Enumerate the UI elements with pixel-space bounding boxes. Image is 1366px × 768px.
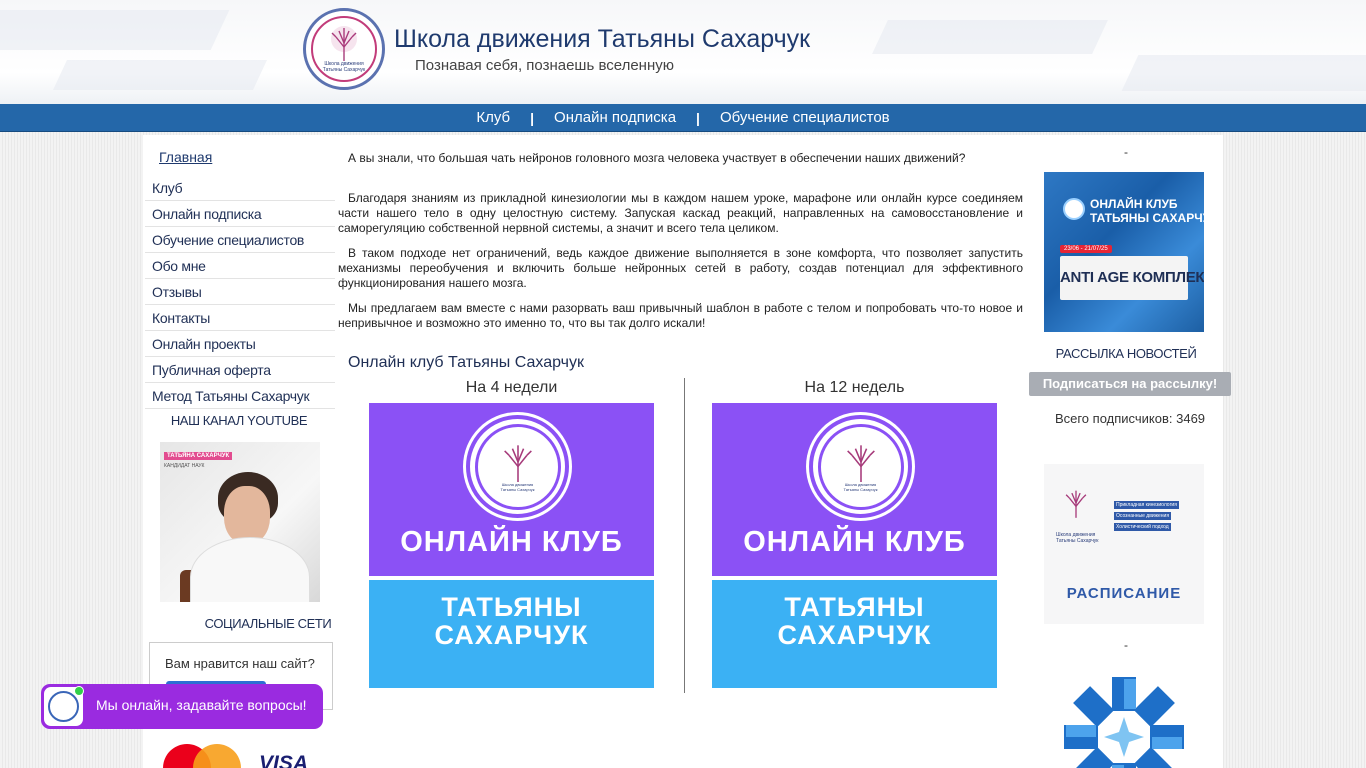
thumbnail-face [224, 486, 270, 544]
site-logo[interactable]: Школа движения Татьяны Сахарчук [303, 8, 385, 90]
site-slogan: Познавая себя, познаешь вселенную [415, 57, 674, 74]
youtube-video-thumbnail[interactable]: ТАТЬЯНА САХАРЧУК КАНДИДАТ НАУК [160, 442, 320, 602]
section-divider: - [1124, 638, 1128, 652]
plan-divider [684, 378, 685, 693]
sidebar-item-contacts[interactable]: Контакты [145, 305, 335, 331]
header-decoration [1121, 55, 1366, 91]
promo-title-line: ТАТЬЯНЫ САХАРЧУК [1090, 211, 1204, 225]
schedule-brand-line: Татьяны Сахарчук [1056, 538, 1099, 544]
schedule-banner[interactable]: Школа движения Татьяны Сахарчук Прикладн… [1044, 464, 1204, 624]
sidebar-item-public-offer[interactable]: Публичная оферта [145, 357, 335, 383]
sidebar-menu: Клуб Онлайн подписка Обучение специалист… [145, 175, 335, 409]
club-section-title: Онлайн клуб Татьяны Сахарчук [348, 354, 584, 371]
banner-name-line: САХАРЧУК [434, 620, 589, 650]
star-icon [1064, 677, 1184, 768]
schedule-brand: Школа движения Татьяны Сахарчук [1056, 532, 1098, 544]
subscriber-count: Всего подписчиков: 3469 [1054, 411, 1206, 426]
thumbnail-subtitle: КАНДИДАТ НАУК [164, 463, 205, 469]
club-plan-12-weeks-image[interactable]: Школа движения Татьяны Сахарчук ОНЛАЙН К… [712, 403, 997, 688]
header-decoration [0, 10, 230, 50]
thumbnail-body [190, 537, 310, 602]
promo-dates: 23/06 - 21/07/25 [1060, 245, 1112, 253]
sidebar-item-subscription[interactable]: Онлайн подписка [145, 201, 335, 227]
like-question: Вам нравится наш сайт? [165, 656, 315, 671]
intro-paragraph: А вы знали, что большая чать нейронов го… [348, 151, 966, 165]
plan-label-4-weeks: На 4 недели [465, 379, 558, 396]
chat-widget-button[interactable]: Мы онлайн, задавайте вопросы! [41, 684, 323, 729]
sidebar-item-about[interactable]: Обо мне [145, 253, 335, 279]
sidebar-item-online-projects[interactable]: Онлайн проекты [145, 331, 335, 357]
schedule-tree-icon [1065, 490, 1087, 518]
star-logo-image[interactable] [1048, 667, 1200, 768]
sidebar-item-training[interactable]: Обучение специалистов [145, 227, 335, 253]
subscribe-button[interactable]: Подписаться на рассылку! [1029, 372, 1231, 396]
logo-caption: Татьяны Сахарчук [843, 486, 878, 492]
top-navigation: Клуб | Онлайн подписка | Обучение специа… [0, 104, 1366, 132]
chat-label: Мы онлайн, задавайте вопросы! [96, 697, 307, 713]
intro-paragraph: Мы предлагаем вам вместе с нами разорват… [338, 301, 1023, 330]
sidebar-item-club[interactable]: Клуб [145, 175, 335, 201]
schedule-tag: Прикладная кинезиология [1114, 501, 1179, 509]
main-container: Главная Клуб Онлайн подписка Обучение сп… [143, 135, 1231, 768]
club-plan-4-weeks-image[interactable]: Школа движения Татьяны Сахарчук ОНЛАЙН К… [369, 403, 654, 688]
anti-age-promo-banner[interactable]: ОНЛАЙН КЛУБ ТАТЬЯНЫ САХАРЧУК 23/06 - 21/… [1044, 172, 1204, 332]
youtube-section-title: НАШ КАНАЛ YOUTUBE [170, 413, 308, 428]
banner-name: ТАТЬЯНЫ САХАРЧУК [369, 593, 654, 649]
banner-name: ТАТЬЯНЫ САХАРЧУК [712, 593, 997, 649]
logo-caption: Татьяны Сахарчук [500, 486, 535, 492]
banner-name-line: ТАТЬЯНЫ [441, 592, 582, 622]
site-title[interactable]: Школа движения Татьяны Сахарчук [394, 25, 810, 54]
online-status-icon [74, 686, 84, 696]
banner-name-line: САХАРЧУК [777, 620, 932, 650]
logo-ring: Школа движения Татьяны Сахарчук [474, 423, 561, 510]
visa-icon: VISA [259, 752, 309, 768]
promo-title: ОНЛАЙН КЛУБ ТАТЬЯНЫ САХАРЧУК [1090, 197, 1204, 225]
logo-caption: Татьяны Сахарчук [322, 67, 366, 73]
chat-logo-icon [48, 691, 79, 722]
promo-title-line: ОНЛАЙН КЛУБ [1090, 197, 1178, 211]
club-logo-icon: Школа движения Татьяны Сахарчук [466, 415, 569, 518]
schedule-tag: Холистический подход [1114, 523, 1171, 531]
sidebar-item-method[interactable]: Метод Татьяны Сахарчук [145, 383, 335, 409]
thumbnail-badge: ТАТЬЯНА САХАРЧУК [164, 452, 233, 460]
topnav-item-subscription[interactable]: Онлайн подписка [534, 109, 696, 126]
section-divider: - [1124, 145, 1128, 159]
banner-headline: ОНЛАЙН КЛУБ [400, 526, 623, 558]
schedule-label: РАСПИСАНИЕ [1066, 585, 1182, 602]
payment-logos: VISA [163, 740, 323, 768]
promo-name: ANTI AGE КОМПЛЕКС [1060, 256, 1204, 300]
header-decoration [53, 60, 267, 90]
banner-headline: ОНЛАЙН КЛУБ [743, 526, 966, 558]
intro-paragraph: В таком подходе нет ограничений, ведь ка… [338, 246, 1023, 290]
sidebar-item-reviews[interactable]: Отзывы [145, 279, 335, 305]
header-decoration [872, 20, 1108, 54]
plan-label-12-weeks: На 12 недель [804, 379, 905, 396]
breadcrumb-home-link[interactable]: Главная [159, 149, 212, 165]
topnav-item-club[interactable]: Клуб [456, 109, 530, 126]
logo-ring: Школа движения Татьяны Сахарчук [817, 423, 904, 510]
social-section-title: СОЦИАЛЬНЫЕ СЕТИ [204, 616, 332, 631]
intro-paragraph: Благодаря знаниям из прикладной кинезиол… [338, 191, 1023, 235]
club-logo-icon: Школа движения Татьяны Сахарчук [809, 415, 912, 518]
newsletter-title: РАССЫЛКА НОВОСТЕЙ [1055, 346, 1197, 361]
promo-logo-icon [1063, 198, 1085, 220]
banner-name-line: ТАТЬЯНЫ [784, 592, 925, 622]
schedule-tag: Осознанные движения [1114, 512, 1172, 520]
site-header: Школа движения Татьяны Сахарчук Школа дв… [0, 0, 1366, 104]
logo-tree-icon: Школа движения Татьяны Сахарчук [311, 16, 377, 82]
topnav-item-training[interactable]: Обучение специалистов [700, 109, 910, 126]
